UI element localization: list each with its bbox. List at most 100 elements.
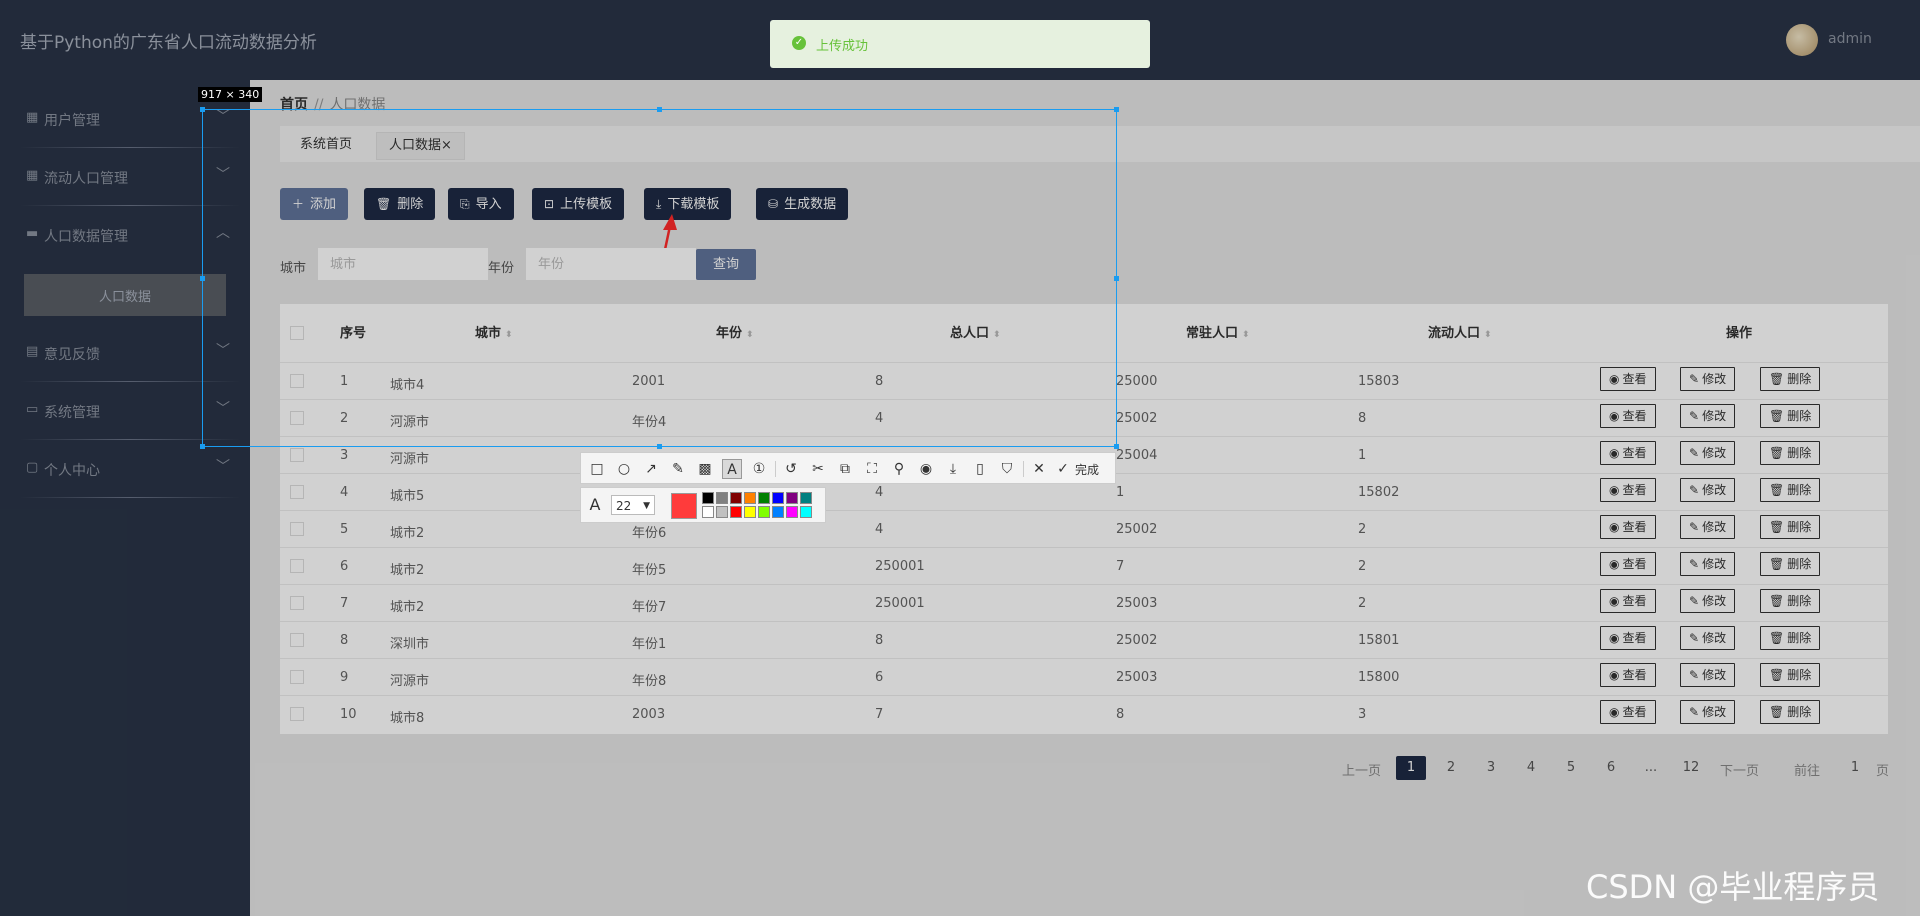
year-filter-input[interactable] [526,248,696,280]
edit-button[interactable]: ✎ 修改 [1680,515,1736,539]
row-checkbox[interactable] [290,522,304,536]
goto-page-input[interactable]: 1 [1842,760,1868,775]
row-delete-button[interactable]: 🗑 删除 [1760,441,1821,465]
view-button[interactable]: ◉ 查看 [1600,589,1656,613]
query-button[interactable]: 查询 [696,249,756,280]
row-delete-button[interactable]: 🗑 删除 [1760,663,1821,687]
column-header-floating[interactable]: 流动人口 ⬍ [1428,322,1492,341]
page-button[interactable]: 12 [1676,756,1706,780]
color-swatch[interactable] [772,492,784,504]
view-button[interactable]: ◉ 查看 [1600,663,1656,687]
sidebar-subitem-population-data[interactable]: 人口数据 [24,274,226,316]
row-delete-button[interactable]: 🗑 删除 [1760,626,1821,650]
page-button[interactable]: 2 [1436,756,1466,780]
username[interactable]: admin [1828,31,1872,47]
delete-button[interactable]: 🗑 删除 [364,188,436,220]
bookmark-icon[interactable]: ⛉ [997,459,1017,479]
record-icon[interactable]: ◉ [916,459,936,479]
row-checkbox[interactable] [290,374,304,388]
upload-template-button[interactable]: ⊡ 上传模板 [532,188,625,220]
color-swatch[interactable] [702,492,714,504]
view-button[interactable]: ◉ 查看 [1600,626,1656,650]
row-delete-button[interactable]: 🗑 删除 [1760,367,1821,391]
color-swatch[interactable] [716,506,728,518]
color-swatch[interactable] [744,492,756,504]
color-swatch[interactable] [758,506,770,518]
view-button[interactable]: ◉ 查看 [1600,367,1656,391]
row-delete-button[interactable]: 🗑 删除 [1760,515,1821,539]
row-checkbox[interactable] [290,411,304,425]
color-swatch[interactable] [716,492,728,504]
color-swatch[interactable] [786,492,798,504]
row-delete-button[interactable]: 🗑 删除 [1760,589,1821,613]
ocr-icon[interactable]: ⛶ [862,459,882,479]
page-button[interactable]: 4 [1516,756,1546,780]
import-button[interactable]: ⎘ 导入 [448,188,514,220]
text-tool-icon[interactable]: A [722,459,742,479]
row-delete-button[interactable]: 🗑 删除 [1760,404,1821,428]
view-button[interactable]: ◉ 查看 [1600,478,1656,502]
arrow-tool-icon[interactable]: ↗ [641,459,661,479]
column-header-city[interactable]: 城市 ⬍ [475,322,513,341]
city-filter-input[interactable] [318,248,488,280]
color-swatch[interactable] [800,506,812,518]
view-button[interactable]: ◉ 查看 [1600,700,1656,724]
add-button[interactable]: ＋ 添加 [280,188,349,220]
row-checkbox[interactable] [290,485,304,499]
sort-icon[interactable]: ⬍ [1242,330,1250,340]
view-button[interactable]: ◉ 查看 [1600,441,1656,465]
phone-icon[interactable]: ▯ [970,459,990,479]
column-header-year[interactable]: 年份 ⬍ [716,322,754,341]
column-header-resident[interactable]: 常驻人口 ⬍ [1186,322,1250,341]
check-icon[interactable]: ✓ [1053,459,1073,479]
row-delete-button[interactable]: 🗑 删除 [1760,552,1821,576]
mosaic-tool-icon[interactable]: ▩ [695,459,715,479]
row-checkbox[interactable] [290,707,304,721]
edit-button[interactable]: ✎ 修改 [1680,441,1736,465]
view-button[interactable]: ◉ 查看 [1600,515,1656,539]
sidebar-item-population-data[interactable]: ▬ 人口数据管理 ︿ [0,206,250,264]
page-button[interactable]: 5 [1556,756,1586,780]
close-icon[interactable]: × [441,138,452,153]
color-swatch[interactable] [730,492,742,504]
edit-button[interactable]: ✎ 修改 [1680,404,1736,428]
edit-button[interactable]: ✎ 修改 [1680,700,1736,724]
row-delete-button[interactable]: 🗑 删除 [1760,478,1821,502]
sort-icon[interactable]: ⬍ [993,330,1001,340]
row-checkbox[interactable] [290,633,304,647]
undo-icon[interactable]: ↺ [781,459,801,479]
page-button[interactable]: 3 [1476,756,1506,780]
font-size-select[interactable]: 22 ▼ [611,495,655,515]
select-all-checkbox[interactable] [290,326,304,340]
generate-data-button[interactable]: ⛁ 生成数据 [756,188,849,220]
page-button[interactable]: 1 [1396,756,1426,780]
edit-button[interactable]: ✎ 修改 [1680,552,1736,576]
color-swatch[interactable] [744,506,756,518]
edit-button[interactable]: ✎ 修改 [1680,367,1736,391]
color-swatch[interactable] [702,506,714,518]
copy-icon[interactable]: ⧉ [835,459,855,479]
close-icon[interactable]: ✕ [1029,459,1049,479]
done-button[interactable]: 完成 [1075,461,1099,478]
edit-button[interactable]: ✎ 修改 [1680,478,1736,502]
color-swatch[interactable] [758,492,770,504]
tab-population-data[interactable]: 人口数据× [376,132,465,160]
page-button[interactable]: 6 [1596,756,1626,780]
row-checkbox[interactable] [290,596,304,610]
view-button[interactable]: ◉ 查看 [1600,552,1656,576]
save-icon[interactable]: ⤓ [943,459,963,479]
sort-icon[interactable]: ⬍ [746,330,754,340]
rectangle-tool-icon[interactable]: □ [587,459,607,479]
avatar[interactable] [1786,24,1818,56]
next-page-button[interactable]: 下一页 [1720,760,1759,779]
view-button[interactable]: ◉ 查看 [1600,404,1656,428]
sidebar-item-system[interactable]: ▭ 系统管理 ﹀ [0,382,250,440]
color-swatch[interactable] [800,492,812,504]
current-color-swatch[interactable] [671,493,697,519]
tab-home[interactable]: 系统首页 [288,132,364,158]
sort-icon[interactable]: ⬍ [1484,330,1492,340]
pin-icon[interactable]: ⚲ [889,459,909,479]
sidebar-item-feedback[interactable]: ▤ 意见反馈 ﹀ [0,324,250,382]
prev-page-button[interactable]: 上一页 [1342,760,1381,779]
row-checkbox[interactable] [290,670,304,684]
